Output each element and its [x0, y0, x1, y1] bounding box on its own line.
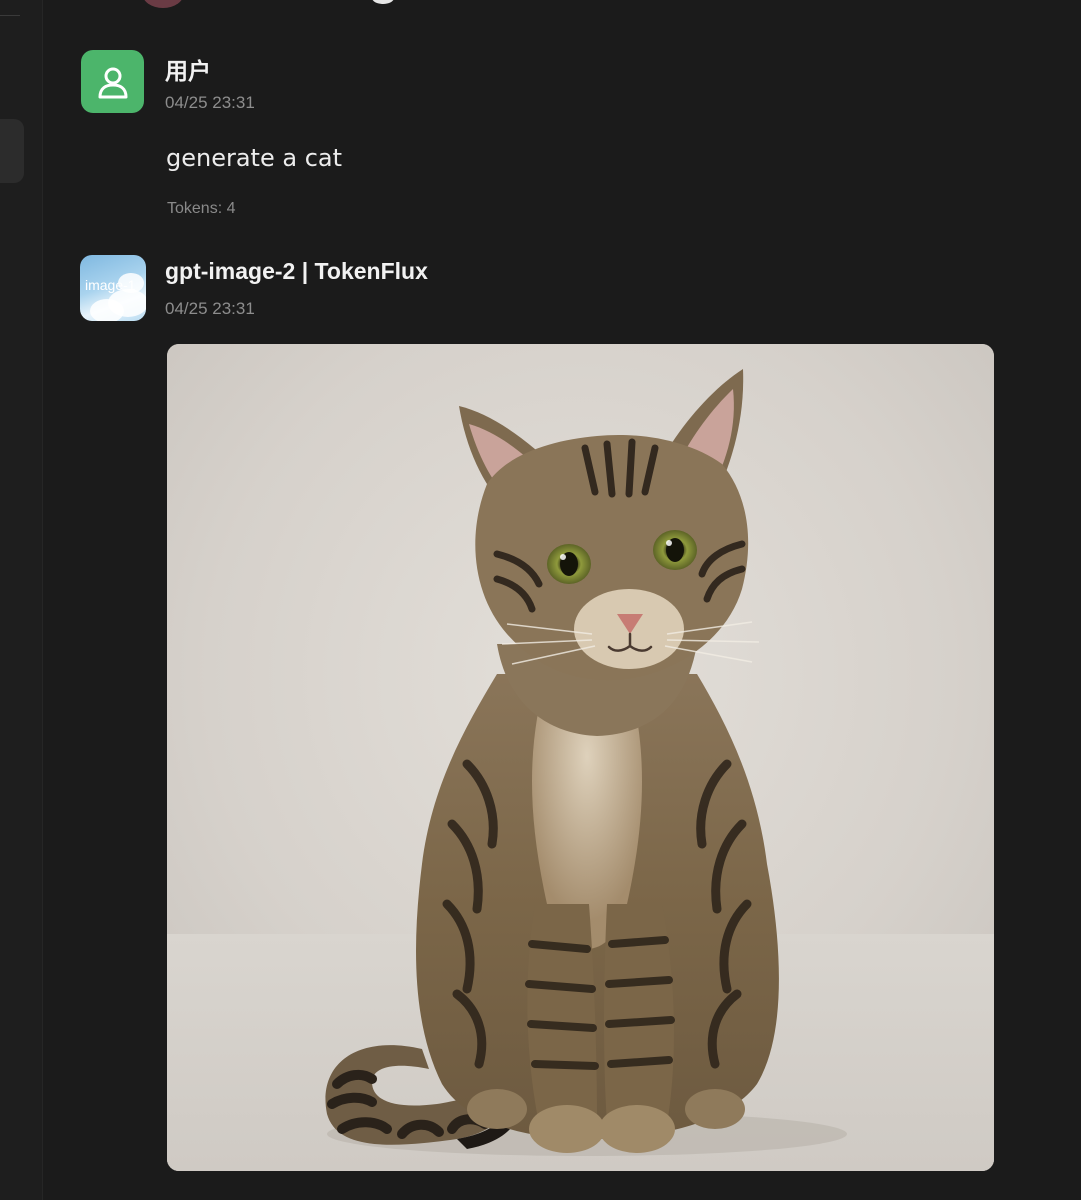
cat-image [167, 344, 994, 1171]
model-avatar-label: image-1 [85, 277, 136, 293]
chat-app: 用户 04/25 23:31 generate a cat Tokens: 4 … [0, 0, 1081, 1200]
user-avatar [81, 50, 144, 113]
token-count: Tokens: 4 [167, 200, 236, 217]
sidebar-active-item[interactable] [0, 119, 24, 183]
message-text[interactable]: generate a cat [166, 144, 342, 172]
message-timestamp: 04/25 23:31 [165, 93, 255, 112]
model-avatar: image-1 [80, 255, 146, 321]
generated-image[interactable] [167, 344, 994, 1171]
user-icon [98, 67, 127, 98]
message-timestamp: 04/25 23:31 [165, 299, 255, 318]
previous-message-icon [372, 0, 394, 4]
sidebar [0, 0, 43, 1200]
previous-message-avatar [142, 0, 184, 8]
message-sender: gpt-image-2 | TokenFlux [165, 258, 428, 284]
sidebar-divider [0, 15, 20, 16]
message-sender: 用户 [165, 58, 211, 84]
